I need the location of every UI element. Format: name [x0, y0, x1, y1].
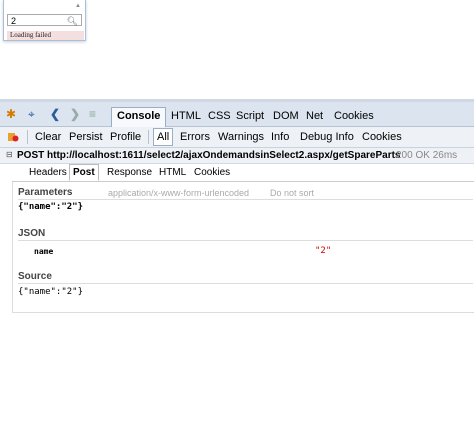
tab-net[interactable]: Net	[306, 108, 323, 126]
collapse-icon[interactable]: ⊟	[6, 150, 13, 159]
loading-failed-message: Loading failed	[7, 31, 84, 40]
filter-info[interactable]: Info	[271, 130, 289, 144]
clear-icon[interactable]	[7, 130, 19, 142]
filter-all[interactable]: All	[153, 128, 174, 146]
filter-cookies[interactable]: Cookies	[362, 130, 402, 144]
tab-response[interactable]: Response	[107, 166, 152, 179]
select2-search-input[interactable]: 2 🔍︎	[7, 14, 82, 26]
forward-icon[interactable]: ❯	[70, 108, 80, 120]
tab-request-html[interactable]: HTML	[159, 166, 186, 179]
select2-dropdown: ▲ 2 🔍︎ Loading failed	[3, 0, 86, 41]
tab-post[interactable]: Post	[69, 164, 99, 181]
request-row[interactable]: ⊟ POST http://localhost:1611/select2/aja…	[0, 148, 474, 164]
console-toolbar: Clear Persist Profile All Errors Warning…	[0, 127, 474, 148]
json-value: "2"	[315, 246, 332, 256]
tab-request-cookies[interactable]: Cookies	[194, 166, 230, 179]
request-status: 200 OK 26ms	[396, 150, 458, 161]
source-heading: Source	[18, 271, 52, 282]
search-value: 2	[11, 16, 17, 26]
filter-debug-info[interactable]: Debug Info	[300, 130, 354, 144]
json-heading: JSON	[18, 228, 46, 239]
sort-toggle[interactable]: Do not sort	[270, 188, 314, 198]
divider	[18, 199, 473, 200]
firebug-panel: ✱ ⌖ ❮ ❯ ≡ Console HTML CSS Script DOM Ne…	[0, 99, 474, 319]
tab-dom[interactable]: DOM	[273, 108, 299, 126]
clear-button[interactable]: Clear	[35, 130, 61, 144]
tab-script[interactable]: Script	[236, 108, 264, 126]
parameters-heading: Parameters	[18, 187, 73, 198]
firebug-bug-icon[interactable]: ✱	[6, 108, 16, 120]
inspect-icon[interactable]: ⌖	[28, 108, 35, 120]
persist-button[interactable]: Persist	[69, 130, 103, 144]
firebug-toolbar: ✱ ⌖ ❮ ❯ ≡ Console HTML CSS Script DOM Ne…	[0, 102, 474, 127]
divider	[18, 283, 473, 284]
dropdown-arrow-icon[interactable]: ▲	[75, 3, 81, 9]
content-type-hint: application/x-www-form-urlencoded	[108, 188, 250, 198]
json-key: name	[34, 247, 54, 256]
tab-css[interactable]: CSS	[208, 108, 231, 126]
divider	[148, 130, 149, 144]
filter-errors[interactable]: Errors	[180, 130, 210, 144]
tab-console[interactable]: Console	[111, 107, 167, 127]
request-tabs: Headers Post Response HTML Cookies	[12, 164, 474, 182]
divider	[27, 130, 28, 144]
post-panel: Parameters application/x-www-form-urlenc…	[12, 182, 474, 313]
back-icon[interactable]: ❮	[50, 108, 60, 120]
divider	[18, 240, 473, 241]
parameters-body: {"name":"2"}	[18, 202, 84, 212]
search-icon: 🔍︎	[66, 16, 78, 26]
request-url: POST http://localhost:1611/select2/ajaxO…	[17, 150, 401, 161]
tab-headers[interactable]: Headers	[29, 166, 67, 179]
tab-cookies[interactable]: Cookies	[334, 108, 374, 126]
source-body: {"name":"2"}	[18, 287, 84, 297]
command-line-icon[interactable]: ≡	[89, 108, 96, 120]
profile-button[interactable]: Profile	[110, 130, 141, 144]
tab-html[interactable]: HTML	[171, 108, 201, 126]
filter-warnings[interactable]: Warnings	[218, 130, 264, 144]
